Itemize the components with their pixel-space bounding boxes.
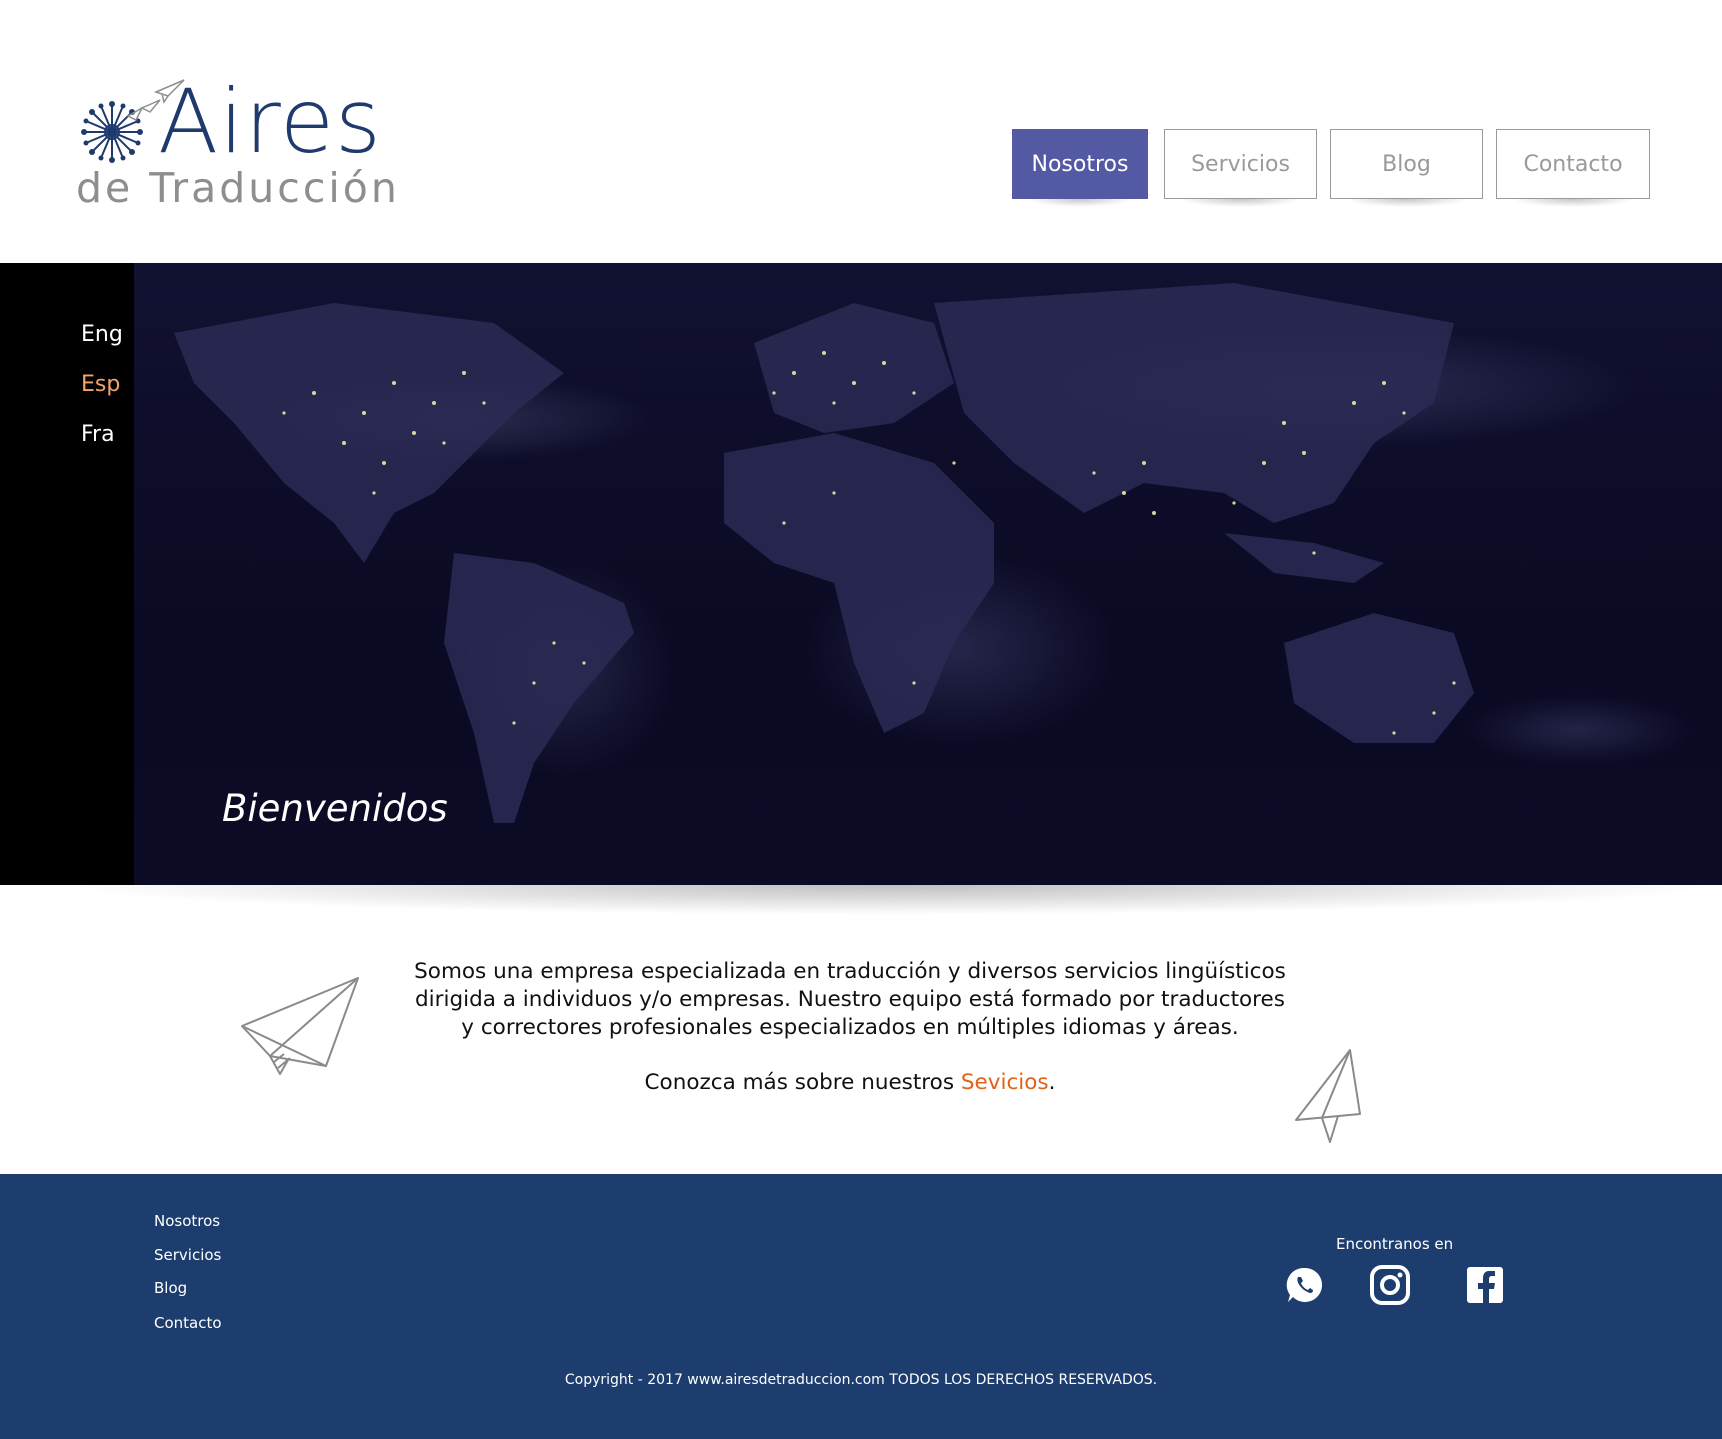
footer: Nosotros Servicios Blog Contacto Encontr…	[0, 1174, 1722, 1439]
hero-shadow	[60, 885, 1722, 915]
footer-link-contacto[interactable]: Contacto	[154, 1314, 222, 1332]
welcome-heading: Bienvenidos	[222, 787, 448, 830]
intro-section: Somos una empresa especializada en tradu…	[360, 958, 1340, 1097]
nav-servicios-button[interactable]: Servicios	[1164, 129, 1317, 207]
footer-link-blog[interactable]: Blog	[154, 1279, 187, 1297]
instagram-icon[interactable]	[1370, 1265, 1410, 1305]
services-cta-prefix: Conozca más sobre nuestros	[644, 1070, 961, 1095]
services-link[interactable]: Sevicios	[961, 1070, 1049, 1095]
facebook-icon[interactable]	[1465, 1265, 1505, 1305]
lang-fra-link[interactable]: Fra	[81, 422, 115, 447]
logo-subtitle: de Traducción	[76, 164, 400, 212]
nav-nosotros-button[interactable]: Nosotros	[1012, 129, 1148, 207]
intro-line-3: y correctores profesionales especializad…	[461, 1015, 1239, 1040]
services-cta-suffix: .	[1048, 1070, 1056, 1095]
logo-name: Aires	[158, 70, 382, 173]
services-cta: Conozca más sobre nuestros Sevicios.	[360, 1069, 1340, 1097]
nav-contacto-button[interactable]: Contacto	[1496, 129, 1650, 207]
intro-line-1: Somos una empresa especializada en tradu…	[414, 959, 1286, 984]
copyright-text: Copyright - 2017 www.airesdetraduccion.c…	[564, 1372, 1158, 1388]
whatsapp-icon[interactable]	[1285, 1265, 1325, 1305]
lang-eng-link[interactable]: Eng	[81, 322, 123, 347]
header: Aires de Traducción Nosotros Servicios B…	[0, 0, 1722, 263]
intro-line-2: dirigida a individuos y/o empresas. Nues…	[415, 987, 1285, 1012]
footer-link-servicios[interactable]: Servicios	[154, 1246, 221, 1264]
site-logo[interactable]: Aires de Traducción	[76, 70, 397, 218]
nav-blog-button[interactable]: Blog	[1330, 129, 1483, 207]
find-us-label: Encontranos en	[1336, 1235, 1454, 1253]
paper-plane-right-icon	[1295, 1049, 1361, 1143]
lang-esp-link[interactable]: Esp	[81, 372, 120, 397]
paper-plane-left-icon	[241, 977, 359, 1075]
footer-link-nosotros[interactable]: Nosotros	[154, 1212, 220, 1230]
hero-banner: Eng Esp Fra Bienvenidos	[0, 263, 1722, 885]
